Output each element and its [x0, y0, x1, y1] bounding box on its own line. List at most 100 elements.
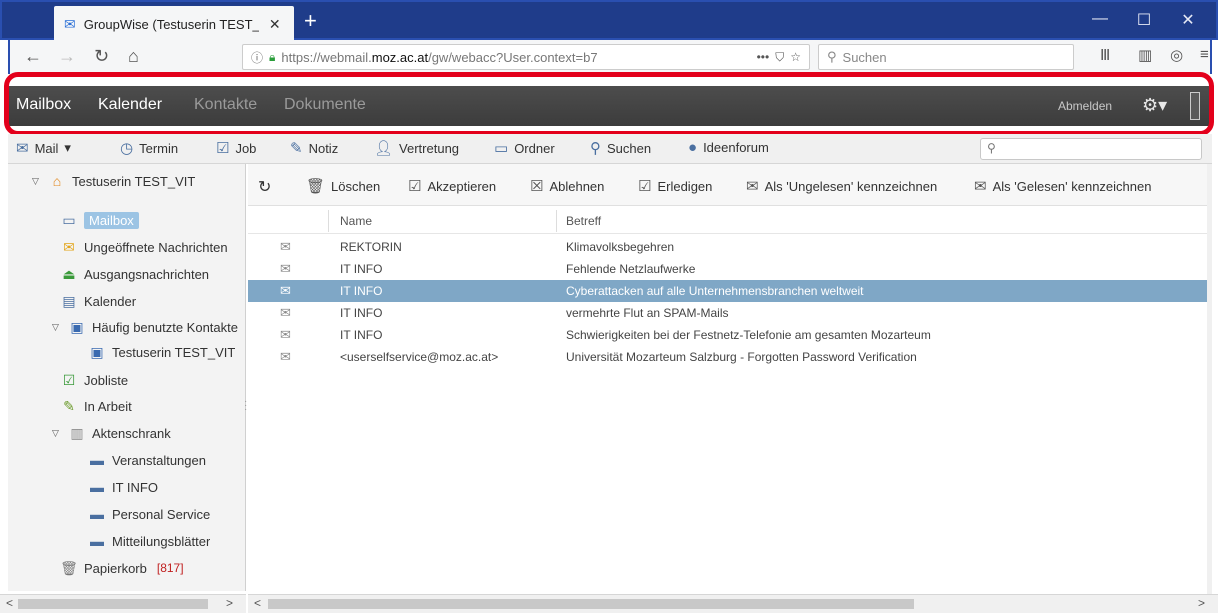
page-actions-icon[interactable]: ••• [757, 50, 770, 64]
table-row-selected[interactable]: ✉ IT INFO Cyberattacken auf alle Unterne… [248, 280, 1212, 302]
scroll-left-icon[interactable]: < [254, 596, 261, 610]
sidebar-item-in-arbeit[interactable]: ✎ In Arbeit [60, 395, 132, 417]
url-bar[interactable]: ⓘ 🔒︎ https://webmail.moz.ac.at/gw/webacc… [242, 44, 810, 70]
clock-icon: ◷ [120, 140, 134, 157]
nav-kontakte[interactable]: Kontakte [194, 96, 257, 114]
expand-triangle-icon[interactable]: ▽ [52, 322, 62, 333]
new-mail-button[interactable]: ✉ Mail ▾ [16, 139, 71, 157]
cabinet-icon: ▥ [70, 424, 84, 441]
sidebar-icon[interactable]: ▥ [1138, 46, 1152, 64]
mailbox-icon: ▭ [62, 211, 76, 228]
sidebar-item-frequent-contacts[interactable]: ▽ ▣ Häufig benutzte Kontakte [52, 316, 246, 338]
expand-triangle-icon[interactable]: ▽ [52, 428, 62, 439]
pocket-icon[interactable]: ⛉ [775, 50, 784, 65]
sidebar-item-contact-testuserin[interactable]: ▣ Testuserin TEST_VIT [88, 341, 235, 363]
nav-mailbox[interactable]: Mailbox [16, 96, 71, 114]
nav-kalender[interactable]: Kalender [98, 96, 162, 114]
scroll-right-icon[interactable]: > [1198, 596, 1205, 610]
sidebar-item-user-root[interactable]: ▽ ⌂ Testuserin TEST_VIT [32, 170, 195, 192]
vertretung-button[interactable]: 👤︎ Vertretung [374, 139, 459, 157]
minimize-icon[interactable]: — [1080, 10, 1120, 28]
sidebar-item-veranstaltungen[interactable]: ▬ Veranstaltungen [88, 449, 206, 471]
message-subject: Schwierigkeiten bei der Festnetz-Telefon… [566, 328, 931, 342]
forward-icon[interactable]: → [58, 46, 76, 67]
column-header-name[interactable]: Name [340, 214, 372, 228]
nav-dokumente[interactable]: Dokumente [284, 96, 366, 114]
sidebar-splitter[interactable]: · · · [244, 397, 247, 415]
browser-search-placeholder: Suchen [842, 49, 887, 65]
read-envelope-icon: ✉ [280, 349, 291, 364]
column-header-subject[interactable]: Betreff [566, 214, 601, 228]
quick-search-input[interactable]: ⚲ [980, 138, 1202, 160]
suchen-button[interactable]: ⚲ Suchen [590, 139, 651, 157]
sidebar-item-aktenschrank[interactable]: ▽ ▥ Aktenschrank [52, 422, 171, 444]
sidebar-item-mailbox[interactable]: ▭ Mailbox [60, 209, 139, 231]
ideenforum-button[interactable]: ● Ideenforum [688, 139, 769, 156]
maximize-icon[interactable]: ☐ [1124, 10, 1164, 30]
bookmark-star-icon[interactable]: ☆ [790, 50, 801, 64]
home-icon[interactable]: ⌂ [128, 46, 139, 67]
edit-document-icon: ✎ [63, 397, 75, 414]
message-subject: Universität Mozarteum Salzburg - Forgott… [566, 350, 917, 364]
search-icon: ⚲ [987, 141, 996, 155]
browser-search-input[interactable]: ⚲ Suchen [818, 44, 1074, 70]
trash-count-badge: [817] [156, 561, 184, 575]
proxy-user-icon: 👤︎ [374, 140, 394, 157]
delete-button[interactable]: 🗑︎ Löschen [306, 177, 380, 195]
new-notiz-button[interactable]: ✎ Notiz [290, 139, 338, 157]
nav-scrollbar[interactable] [1190, 92, 1200, 120]
checkbox-icon: ☑ [216, 140, 230, 157]
message-from: REKTORIN [340, 240, 402, 254]
browser-tab[interactable]: ✉ GroupWise (Testuserin TEST_VIT ✕ [54, 6, 294, 42]
table-row[interactable]: ✉ IT INFO Fehlende Netzlaufwerke [248, 258, 1212, 280]
library-icon[interactable]: Ⅲ [1100, 46, 1110, 64]
chevron-down-icon: ▾ [64, 140, 71, 155]
lock-icon: 🔒︎ [269, 49, 276, 64]
sidebar-horizontal-scrollbar[interactable]: < > [0, 594, 246, 613]
close-window-icon[interactable]: ✕ [1168, 10, 1208, 30]
gear-icon[interactable]: ⚙▾ [1142, 95, 1167, 116]
sidebar-item-sent[interactable]: ⏏ Ausgangsnachrichten [60, 263, 209, 285]
sidebar-item-personal-service[interactable]: ▬ Personal Service [88, 503, 210, 525]
sidebar-item-papierkorb[interactable]: 🗑︎ Papierkorb [817] [60, 557, 184, 579]
read-envelope-icon: ✉ [280, 305, 291, 320]
sidebar-item-mitteilungsblaetter[interactable]: ▬ Mitteilungsblätter [88, 530, 210, 552]
back-icon[interactable]: ← [24, 46, 42, 67]
new-ordner-button[interactable]: ▭ Ordner [494, 139, 555, 157]
message-from: <userselfservice@moz.ac.at> [340, 350, 499, 364]
tab-close-button[interactable]: ✕ [267, 16, 283, 33]
sidebar-item-it-info[interactable]: ▬ IT INFO [88, 476, 158, 498]
new-job-button[interactable]: ☑ Job [216, 139, 256, 157]
decline-button[interactable]: ☒ Ablehnen [530, 177, 604, 195]
message-pane: ↻ 🗑︎ Löschen ☑ Akzeptieren ☒ Ablehnen ☑ Erle… [248, 164, 1212, 591]
scrollbar-thumb[interactable] [268, 599, 914, 609]
table-row[interactable]: ✉ IT INFO vermehrte Flut an SPAM-Mails [248, 302, 1212, 324]
list-horizontal-scrollbar[interactable]: < > [248, 594, 1218, 613]
expand-triangle-icon[interactable]: ▽ [32, 176, 42, 187]
sidebar-item-calendar[interactable]: ▤ Kalender [60, 290, 136, 312]
extension-icon[interactable]: ◎ [1170, 46, 1183, 64]
menu-icon[interactable]: ≡ [1200, 46, 1209, 63]
mark-unread-button[interactable]: ✉ Als 'Ungelesen' kennzeichnen [746, 177, 937, 195]
logout-link[interactable]: Abmelden [1058, 99, 1112, 113]
reload-icon[interactable]: ↻ [94, 46, 109, 67]
folder-icon: ▬ [90, 452, 104, 468]
complete-button[interactable]: ☑ Erledigen [638, 177, 712, 195]
new-termin-button[interactable]: ◷ Termin [120, 139, 178, 157]
sidebar-item-unopened[interactable]: ✉ Ungeöffnete Nachrichten [60, 236, 246, 258]
vertical-scrollbar[interactable] [1207, 164, 1212, 594]
scrollbar-thumb[interactable] [18, 599, 208, 609]
refresh-button[interactable]: ↻ [258, 177, 271, 197]
accept-button[interactable]: ☑ Akzeptieren [408, 177, 496, 195]
envelope-icon: ✉ [63, 238, 75, 255]
table-row[interactable]: ✉ REKTORIN Klimavolksbegehren [248, 236, 1212, 258]
mark-read-button[interactable]: ✉ Als 'Gelesen' kennzeichnen [974, 177, 1151, 195]
new-tab-button[interactable]: + [304, 10, 317, 32]
url-text: https://webmail.moz.ac.at/gw/webacc?User… [281, 49, 598, 65]
read-envelope-icon: ✉ [280, 327, 291, 342]
scroll-right-icon[interactable]: > [226, 596, 233, 610]
scroll-left-icon[interactable]: < [6, 596, 13, 610]
table-row[interactable]: ✉ <userselfservice@moz.ac.at> Universitä… [248, 346, 1212, 368]
table-row[interactable]: ✉ IT INFO Schwierigkeiten bei der Festne… [248, 324, 1212, 346]
sidebar-item-jobliste[interactable]: ☑ Jobliste [60, 369, 128, 391]
